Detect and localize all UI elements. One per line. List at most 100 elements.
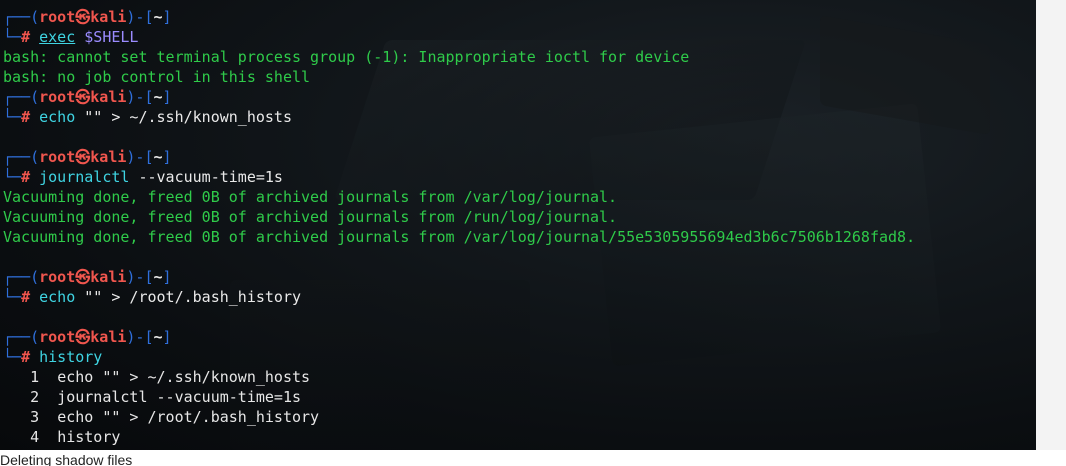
prompt-bracket: )-[ (126, 8, 154, 26)
prompt-bracket: ] (162, 8, 172, 26)
prompt-bracket: └─ (3, 108, 22, 126)
prompt-header: ┌──(root㉿kali)-[~] (3, 7, 915, 27)
prompt-bracket: ┌──( (3, 268, 40, 286)
prompt-header: ┌──(root㉿kali)-[~] (3, 147, 915, 167)
history-entry: 1 echo "" > ~/.ssh/known_hosts (3, 367, 915, 387)
prompt-bracket: └─ (3, 288, 22, 306)
prompt-bracket: ┌──( (3, 328, 40, 346)
command-text: "" > /root/.bash_history (75, 288, 302, 306)
prompt-dir: ~ (153, 328, 163, 346)
prompt-hash: # (21, 108, 31, 126)
terminal-output[interactable]: ┌──(root㉿kali)-[~] └─# exec $SHELL bash: c… (3, 7, 915, 447)
prompt-dir: ~ (153, 148, 163, 166)
prompt-bracket: )-[ (126, 268, 154, 286)
command-text: history (39, 348, 103, 366)
prompt-header: ┌──(root㉿kali)-[~] (3, 327, 915, 347)
output-line: Vacuuming done, freed 0B of archived jou… (3, 207, 915, 227)
terminal-window[interactable]: ┌──(root㉿kali)-[~] └─# exec $SHELL bash: c… (0, 0, 1036, 450)
prompt-host: kali (90, 268, 127, 286)
output-text: bash: no job control in this shell (3, 68, 311, 86)
command-line: └─# echo "" > /root/.bash_history (3, 287, 915, 307)
output-line: bash: no job control in this shell (3, 67, 915, 87)
history-text: history (57, 428, 121, 446)
prompt-at-icon: ㉿ (75, 88, 91, 106)
command-line: └─# history (3, 347, 915, 367)
command-text: echo (39, 108, 76, 126)
scrollbar-track[interactable] (1036, 0, 1066, 450)
command-text: exec (39, 28, 76, 46)
history-number: 4 (30, 428, 40, 446)
prompt-hash: # (21, 348, 31, 366)
prompt-header: ┌──(root㉿kali)-[~] (3, 267, 915, 287)
prompt-host: kali (90, 148, 127, 166)
prompt-host: kali (90, 8, 127, 26)
history-number: 2 (30, 388, 40, 406)
command-text: "" > ~/.ssh/known_hosts (75, 108, 292, 126)
prompt-bracket: └─ (3, 28, 22, 46)
prompt-bracket: ┌──( (3, 148, 40, 166)
prompt-header: ┌──(root㉿kali)-[~] (3, 87, 915, 107)
command-text: journalctl (39, 168, 130, 186)
command-line: └─# echo "" > ~/.ssh/known_hosts (3, 107, 915, 127)
prompt-hash: # (21, 288, 31, 306)
prompt-bracket: ] (162, 148, 172, 166)
output-text: Vacuuming done, freed 0B of archived jou… (3, 188, 618, 206)
prompt-at-icon: ㉿ (75, 268, 91, 286)
prompt-user: root (39, 328, 76, 346)
prompt-hash: # (21, 168, 31, 186)
prompt-bracket: ] (162, 88, 172, 106)
history-entry: 2 journalctl --vacuum-time=1s (3, 387, 915, 407)
command-text: echo (39, 288, 76, 306)
figure-caption: Deleting shadow files (0, 452, 133, 466)
command-text: --vacuum-time=1s (129, 168, 283, 186)
prompt-user: root (39, 268, 76, 286)
prompt-at-icon: ㉿ (75, 8, 91, 26)
prompt-bracket: )-[ (126, 328, 154, 346)
history-text: journalctl --vacuum-time=1s (57, 388, 302, 406)
prompt-bracket: ] (162, 328, 172, 346)
prompt-bracket: └─ (3, 348, 22, 366)
prompt-user: root (39, 88, 76, 106)
history-text: echo "" > ~/.ssh/known_hosts (57, 368, 311, 386)
prompt-host: kali (90, 88, 127, 106)
history-number: 3 (30, 408, 40, 426)
prompt-user: root (39, 8, 76, 26)
output-text: bash: cannot set terminal process group … (3, 48, 690, 66)
prompt-bracket: ] (162, 268, 172, 286)
prompt-user: root (39, 148, 76, 166)
history-text: echo "" > /root/.bash_history (57, 408, 320, 426)
prompt-at-icon: ㉿ (75, 328, 91, 346)
command-line: └─# exec $SHELL (3, 27, 915, 47)
output-line: Vacuuming done, freed 0B of archived jou… (3, 227, 915, 247)
prompt-bracket: ┌──( (3, 88, 40, 106)
prompt-dir: ~ (153, 268, 163, 286)
output-text: Vacuuming done, freed 0B of archived jou… (3, 228, 916, 246)
history-entry: 4 history (3, 427, 915, 447)
prompt-hash: # (21, 28, 31, 46)
command-line: └─# journalctl --vacuum-time=1s (3, 167, 915, 187)
screenshot: ┌──(root㉿kali)-[~] └─# exec $SHELL bash: c… (0, 0, 1066, 466)
command-text: $SHELL (84, 28, 139, 46)
prompt-bracket: ┌──( (3, 8, 40, 26)
prompt-bracket: )-[ (126, 88, 154, 106)
prompt-dir: ~ (153, 8, 163, 26)
prompt-at-icon: ㉿ (75, 148, 91, 166)
prompt-dir: ~ (153, 88, 163, 106)
output-line: bash: cannot set terminal process group … (3, 47, 915, 67)
prompt-bracket: )-[ (126, 148, 154, 166)
